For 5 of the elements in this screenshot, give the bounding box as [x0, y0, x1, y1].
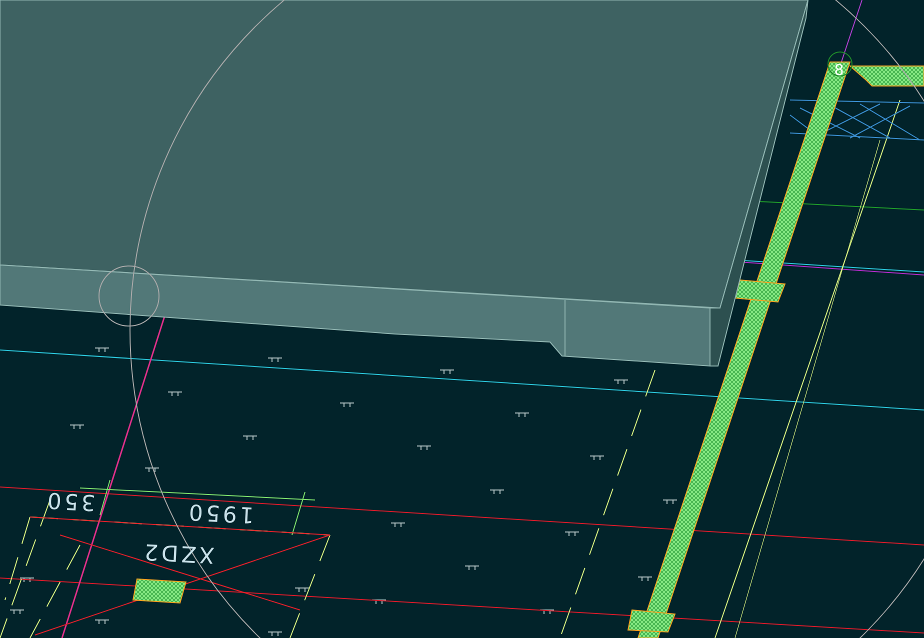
node-marker-icon — [828, 52, 852, 76]
tag-label: XZD2 — [140, 538, 216, 567]
node-number: 8 — [834, 61, 844, 80]
dimension-label: 1950 — [185, 498, 255, 527]
dimension-label: 350 — [44, 486, 96, 514]
